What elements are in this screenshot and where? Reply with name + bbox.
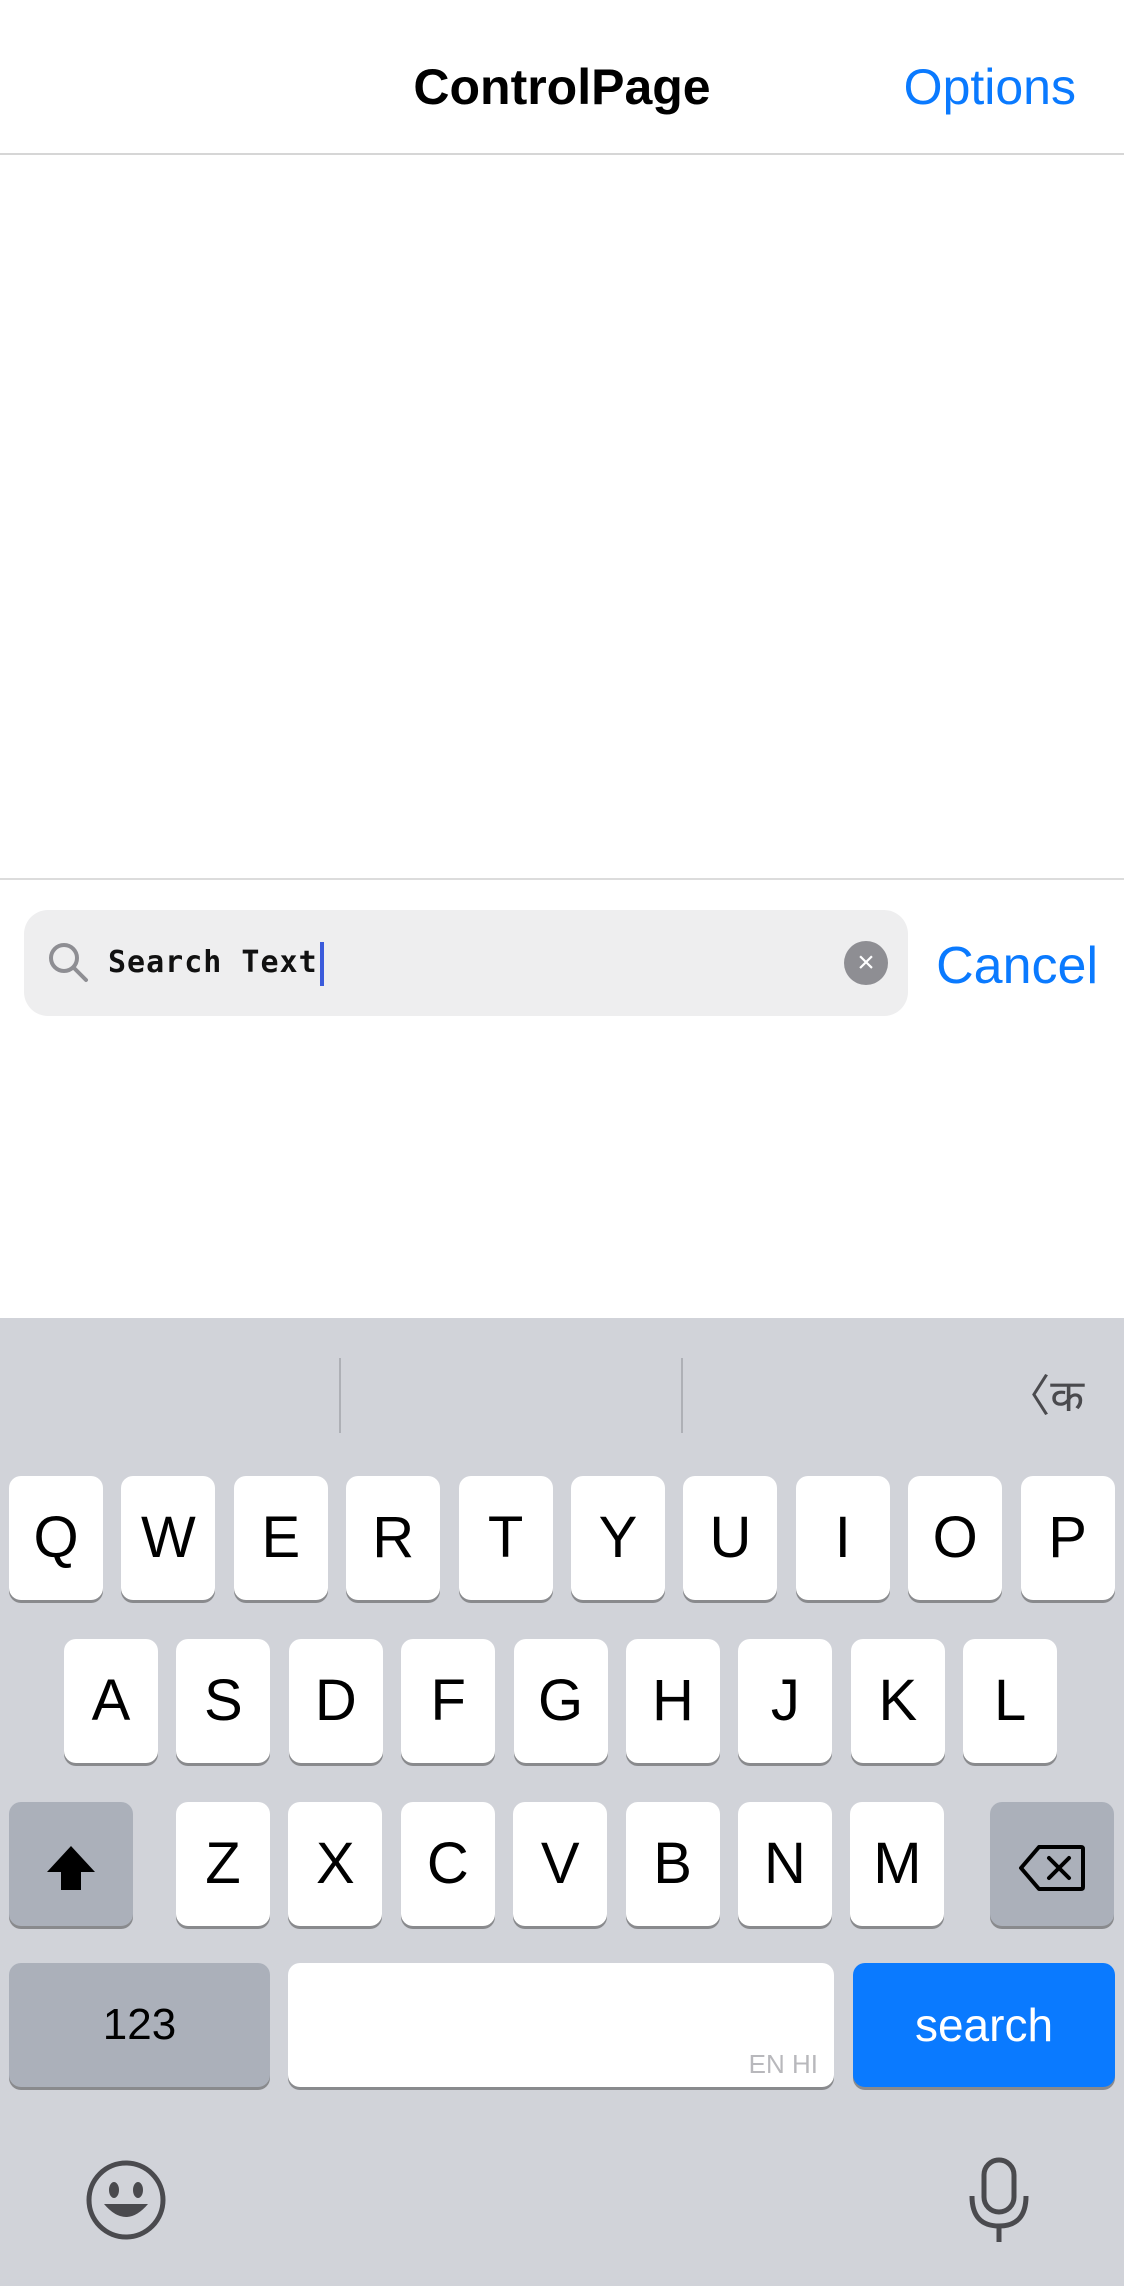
space-language-hint: EN HI <box>748 2049 818 2079</box>
key-v[interactable]: V <box>513 1802 608 1926</box>
predictive-text-bar: 〈क <box>0 1318 1124 1468</box>
search-key[interactable]: search <box>853 1963 1115 2087</box>
suggestion-divider <box>681 1358 683 1433</box>
key-j[interactable]: J <box>738 1639 833 1763</box>
key-k[interactable]: K <box>850 1639 945 1763</box>
key-y[interactable]: Y <box>571 1476 665 1600</box>
search-input[interactable]: Search Text <box>108 938 324 988</box>
backspace-icon <box>1019 1844 1085 1891</box>
emoji-icon[interactable] <box>84 2158 168 2242</box>
key-g[interactable]: G <box>513 1639 608 1763</box>
cancel-button[interactable]: Cancel <box>936 936 1098 996</box>
navigation-bar: ControlPage Options <box>0 0 1124 155</box>
key-d[interactable]: D <box>288 1639 383 1763</box>
key-w[interactable]: W <box>121 1476 216 1600</box>
text-cursor <box>319 941 324 986</box>
key-s[interactable]: S <box>176 1639 271 1763</box>
content-area-bottom <box>0 1047 1124 1317</box>
key-q[interactable]: Q <box>9 1476 103 1600</box>
microphone-icon[interactable] <box>966 2156 1032 2248</box>
key-i[interactable]: I <box>795 1476 890 1600</box>
key-e[interactable]: E <box>233 1476 328 1600</box>
key-u[interactable]: U <box>683 1476 778 1600</box>
key-t[interactable]: T <box>458 1476 553 1600</box>
space-key[interactable]: EN HI <box>288 1963 834 2087</box>
language-switch-button[interactable]: 〈क <box>1006 1360 1084 1424</box>
keyboard: 〈क QWERTYUIOP ASDFGHJKL ZXCVBNM 123 EN H… <box>0 1318 1124 2286</box>
content-area-top <box>0 155 1124 878</box>
key-o[interactable]: O <box>908 1476 1003 1600</box>
numbers-key[interactable]: 123 <box>9 1963 270 2087</box>
suggestion-divider <box>339 1358 341 1433</box>
key-x[interactable]: X <box>288 1802 383 1926</box>
backspace-key[interactable] <box>990 1802 1114 1926</box>
search-icon <box>49 943 88 982</box>
key-n[interactable]: N <box>738 1802 832 1926</box>
key-c[interactable]: C <box>400 1802 495 1926</box>
clear-icon: × <box>857 946 875 979</box>
key-p[interactable]: P <box>1020 1476 1115 1600</box>
search-field[interactable]: Search Text × <box>24 910 908 1016</box>
clear-text-button[interactable]: × <box>844 941 888 985</box>
search-input-value: Search Text <box>108 945 318 980</box>
shift-icon <box>47 1845 95 1890</box>
key-b[interactable]: B <box>625 1802 720 1926</box>
key-z[interactable]: Z <box>176 1802 270 1926</box>
shift-key[interactable] <box>9 1802 133 1926</box>
key-h[interactable]: H <box>626 1639 720 1763</box>
search-bar: Search Text × Cancel <box>0 878 1124 1049</box>
options-button[interactable]: Options <box>904 58 1076 116</box>
key-l[interactable]: L <box>963 1639 1058 1763</box>
key-f[interactable]: F <box>401 1639 496 1763</box>
key-m[interactable]: M <box>850 1802 945 1926</box>
key-a[interactable]: A <box>64 1639 158 1763</box>
key-r[interactable]: R <box>346 1476 441 1600</box>
